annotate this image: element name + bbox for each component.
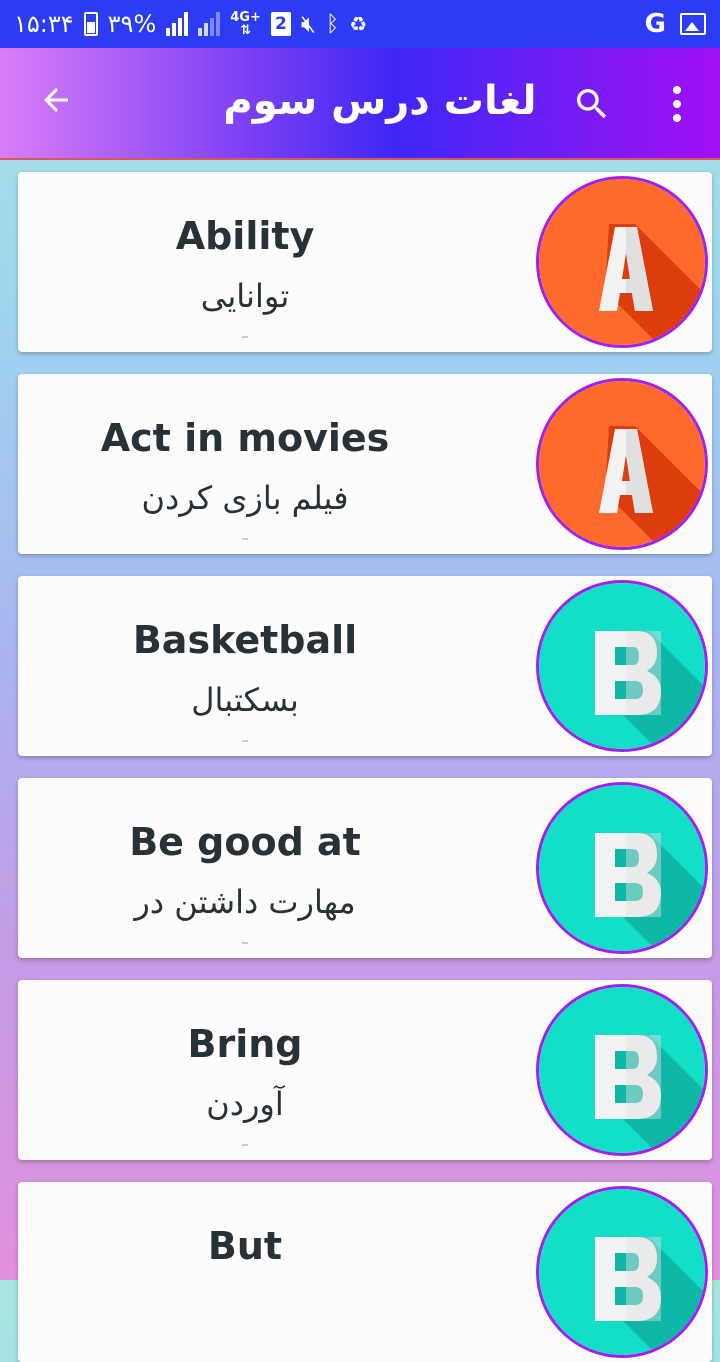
list-item[interactable]: Basketball بسکتبال (18, 576, 712, 756)
list-item[interactable]: Be good at مهارت داشتن در (18, 778, 712, 958)
back-button[interactable] (28, 72, 84, 128)
word-meaning: مهارت داشتن در (134, 883, 356, 921)
more-vert-icon (673, 86, 681, 94)
network-type: 4G+ ⇅ (230, 10, 261, 38)
bluetooth-icon: ᛒ (325, 11, 340, 37)
letter-avatar (536, 984, 708, 1156)
search-icon (577, 89, 607, 119)
sim-badge: 2 (270, 12, 291, 36)
word-english: But (207, 1224, 283, 1268)
google-icon: G (644, 9, 666, 39)
letter-avatar (536, 1186, 708, 1358)
status-left: ۱۵:۳۴ ۳۹% 4G+ ⇅ 2 🔇︎ ᛒ ♻ (14, 10, 367, 38)
list-item[interactable]: But (18, 1182, 712, 1362)
word-english: Be good at (129, 820, 361, 864)
word-english: Ability (175, 214, 315, 258)
arrow-back-icon (44, 88, 68, 112)
dot (673, 100, 681, 108)
search-button[interactable] (566, 78, 618, 130)
divider (242, 740, 248, 742)
status-bar: ۱۵:۳۴ ۳۹% 4G+ ⇅ 2 🔇︎ ᛒ ♻ G (0, 0, 720, 48)
recycle-icon: ♻ (349, 12, 368, 36)
list-item[interactable]: Bring آوردن (18, 980, 712, 1160)
clock: ۱۵:۳۴ (14, 10, 74, 38)
divider (242, 942, 248, 944)
word-meaning: بسکتبال (191, 681, 299, 719)
letter-avatar (536, 176, 708, 348)
signal-icon (166, 12, 189, 36)
image-icon (680, 13, 706, 35)
mute-icon: 🔇︎ (300, 10, 316, 38)
word-english: Bring (187, 1022, 303, 1066)
divider (242, 1144, 248, 1146)
word-meaning: آوردن (206, 1085, 284, 1123)
dot (673, 114, 681, 122)
signal-icon-2 (198, 12, 221, 36)
word-english: Basketball (132, 618, 358, 662)
network-label: 4G+ (230, 10, 261, 25)
word-english: Act in movies (100, 416, 390, 460)
list-item[interactable]: Ability توانایی (18, 172, 712, 352)
word-meaning: فیلم بازی کردن (141, 479, 349, 517)
page-title: لغات درس سوم (223, 78, 537, 124)
status-right: G (645, 9, 706, 39)
battery-icon (83, 12, 98, 36)
letter-avatar (536, 378, 708, 550)
more-options-button[interactable] (662, 78, 692, 130)
word-meaning: توانایی (200, 277, 290, 315)
divider (242, 336, 248, 338)
letter-avatar (536, 580, 708, 752)
app-bar: لغات درس سوم (0, 48, 720, 160)
list-item[interactable]: Act in movies فیلم بازی کردن (18, 374, 712, 554)
divider (242, 538, 248, 540)
letter-avatar (536, 782, 708, 954)
battery-percent: ۳۹% (107, 10, 157, 38)
